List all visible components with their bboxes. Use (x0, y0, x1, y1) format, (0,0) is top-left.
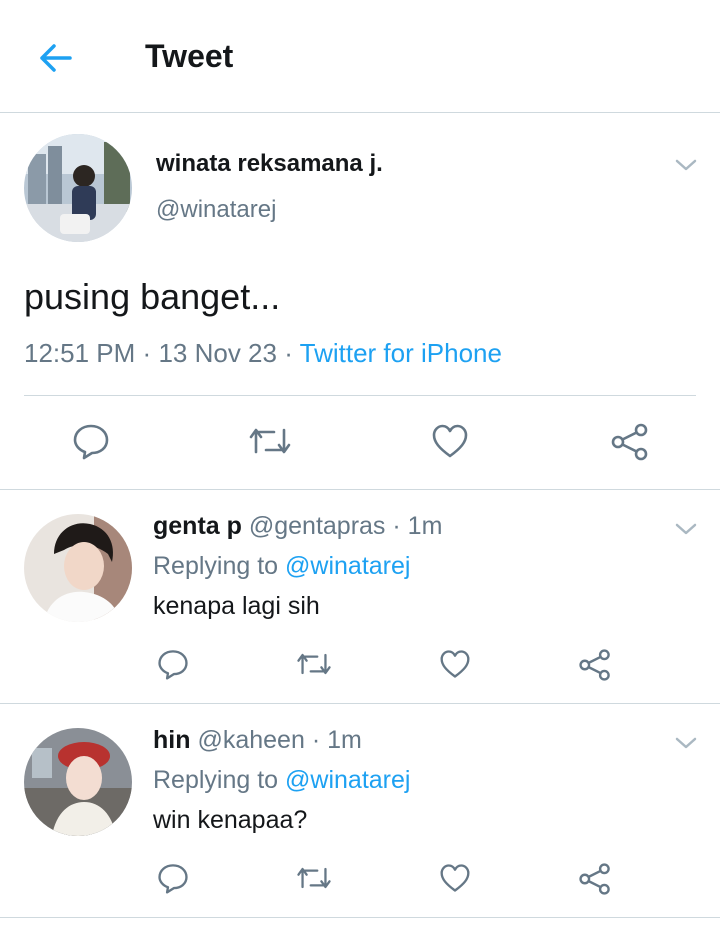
author-handle[interactable]: @winatarej (156, 196, 276, 224)
reply-avatar[interactable] (24, 728, 132, 836)
reply-author-name[interactable]: genta p (153, 512, 242, 540)
reply-dot: · (311, 726, 321, 754)
reply-header: hin @kaheen · 1m (153, 726, 362, 755)
action-divider (24, 395, 696, 396)
heart-icon[interactable] (439, 649, 471, 679)
reply-time: 1m (327, 726, 362, 754)
tweet-date: 13 Nov 23 (158, 338, 277, 368)
avatar[interactable] (24, 134, 132, 242)
reply-text: win kenapaa? (153, 806, 308, 834)
reply-author-name[interactable]: hin (153, 726, 191, 754)
meta-separator: · (284, 338, 293, 368)
tweet-divider (0, 489, 720, 490)
retweet-icon[interactable] (248, 424, 292, 458)
reply-divider (0, 917, 720, 918)
meta-separator: · (142, 338, 152, 368)
reply-icon[interactable] (157, 862, 189, 894)
share-icon[interactable] (578, 648, 612, 682)
replying-to: Replying to @winatarej (153, 766, 410, 795)
chevron-down-icon[interactable] (675, 158, 697, 172)
reply-icon[interactable] (157, 648, 189, 680)
replying-to-handle[interactable]: @winatarej (285, 552, 410, 580)
reply-text: kenapa lagi sih (153, 592, 320, 620)
reply-divider (0, 703, 720, 704)
share-icon[interactable] (578, 862, 612, 896)
heart-icon[interactable] (439, 863, 471, 893)
reply-time: 1m (407, 512, 443, 540)
author-name[interactable]: winata reksamana j. (156, 150, 383, 178)
heart-icon[interactable] (431, 423, 469, 459)
share-icon[interactable] (610, 422, 650, 462)
reply-dot: · (392, 512, 401, 540)
tweet-text: pusing banget... (24, 276, 281, 317)
back-arrow-icon[interactable] (36, 38, 76, 78)
chevron-down-icon[interactable] (675, 522, 697, 536)
reply-icon[interactable] (72, 422, 110, 460)
reply-author-handle[interactable]: @kaheen (197, 726, 304, 754)
reply-author-handle[interactable]: @gentapras (249, 512, 386, 540)
tweet-source-link[interactable]: Twitter for iPhone (300, 338, 502, 368)
reply-avatar[interactable] (24, 514, 132, 622)
replying-to: Replying to @winatarej (153, 552, 410, 581)
header-divider (0, 112, 720, 113)
replying-prefix: Replying to (153, 552, 279, 580)
replying-prefix: Replying to (153, 766, 279, 794)
retweet-icon[interactable] (296, 864, 332, 892)
retweet-icon[interactable] (296, 650, 332, 678)
chevron-down-icon[interactable] (675, 736, 697, 750)
tweet-meta: 12:51 PM · 13 Nov 23 · Twitter for iPhon… (24, 338, 502, 369)
page-title: Tweet (145, 38, 234, 74)
tweet-time: 12:51 PM (24, 338, 136, 368)
top-bar: Tweet (0, 0, 720, 112)
replying-to-handle[interactable]: @winatarej (285, 766, 410, 794)
reply-header: genta p @gentapras · 1m (153, 512, 442, 541)
